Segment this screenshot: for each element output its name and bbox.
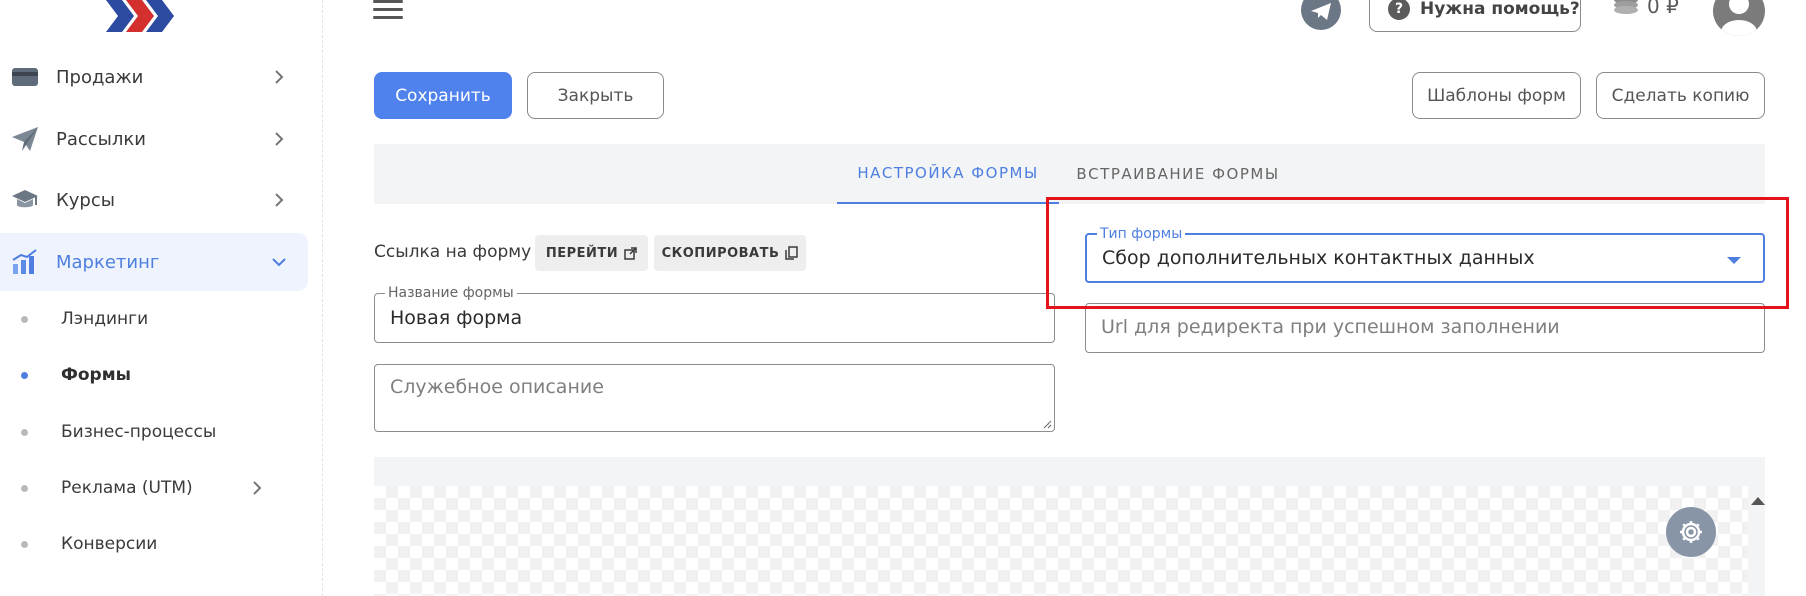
sidebar-item-mailings[interactable]: Рассылки	[0, 110, 308, 168]
logo-icon[interactable]	[104, 0, 184, 32]
coins-icon	[1614, 0, 1638, 14]
form-name-legend: Название формы	[385, 285, 517, 301]
sidebar-item-courses[interactable]: Курсы	[0, 171, 308, 229]
preview-canvas	[374, 486, 1748, 596]
avatar[interactable]	[1713, 0, 1765, 36]
service-description-placeholder: Служебное описание	[390, 376, 604, 398]
sidebar-subitem-label: Бизнес-процессы	[61, 422, 217, 442]
sidebar-item-label: Курсы	[56, 189, 115, 211]
sidebar-item-marketing[interactable]: Маркетинг	[0, 233, 308, 291]
settings-fab-button[interactable]	[1666, 507, 1716, 557]
paper-plane-icon	[12, 127, 38, 151]
scroll-up-arrow-icon[interactable]	[1751, 497, 1765, 505]
make-copy-button[interactable]: Сделать копию	[1596, 72, 1765, 119]
tab-form-embedding[interactable]: ВСТРАИВАНИЕ ФОРМЫ	[1059, 144, 1297, 204]
sidebar-subitem-label: Формы	[61, 365, 131, 385]
bullet-dot	[21, 315, 28, 323]
copy-icon	[785, 246, 799, 260]
bullet-dot	[21, 484, 28, 492]
bullet-dot	[21, 371, 28, 379]
help-button[interactable]: ? Нужна помощь?	[1369, 0, 1581, 32]
form-name-value: Новая форма	[390, 307, 523, 329]
close-button[interactable]: Закрыть	[527, 72, 664, 119]
sidebar-item-sales[interactable]: Продажи	[0, 48, 308, 106]
bullet-dot	[21, 428, 28, 436]
sidebar-item-label: Маркетинг	[56, 251, 160, 273]
chevron-right-icon	[253, 481, 262, 495]
chevron-right-icon	[275, 193, 284, 207]
form-name-field[interactable]: Название формы Новая форма	[374, 285, 1055, 343]
copy-link-label: СКОПИРОВАТЬ	[661, 245, 780, 261]
redirect-url-placeholder: Url для редиректа при успешном заполнени…	[1101, 316, 1560, 338]
service-description-textarea[interactable]: Служебное описание	[374, 364, 1055, 432]
tab-form-settings[interactable]: НАСТРОЙКА ФОРМЫ	[837, 144, 1059, 204]
chart-icon	[12, 249, 37, 274]
resize-handle-icon[interactable]	[1042, 419, 1052, 429]
sidebar-item-label: Продажи	[56, 66, 144, 88]
goto-link-button[interactable]: ПЕРЕЙТИ	[535, 235, 648, 271]
goto-link-label: ПЕРЕЙТИ	[545, 245, 619, 261]
balance-value: 0 ₽	[1647, 0, 1679, 18]
form-preview-area	[374, 457, 1765, 596]
sidebar-subitem-forms[interactable]: Формы	[0, 355, 300, 395]
graduation-cap-icon	[12, 190, 38, 208]
save-button[interactable]: Сохранить	[374, 72, 512, 119]
bullet-dot	[21, 540, 28, 548]
sidebar-subitem-landings[interactable]: Лэндинги	[0, 299, 300, 339]
sidebar-subitem-label: Конверсии	[61, 534, 158, 554]
hamburger-menu-icon[interactable]	[373, 0, 403, 24]
redirect-url-input[interactable]: Url для редиректа при успешном заполнени…	[1085, 303, 1765, 353]
sidebar: Продажи Рассылки Курсы Маркетинг Лэндинг…	[0, 0, 323, 596]
sidebar-item-label: Рассылки	[56, 128, 146, 150]
chevron-down-icon	[272, 258, 286, 267]
external-link-icon	[624, 246, 637, 260]
form-templates-button[interactable]: Шаблоны форм	[1412, 72, 1581, 119]
tabs-bar: НАСТРОЙКА ФОРМЫ ВСТРАИВАНИЕ ФОРМЫ	[374, 144, 1765, 204]
copy-link-button[interactable]: СКОПИРОВАТЬ	[654, 235, 806, 271]
highlight-box	[1046, 197, 1789, 309]
sidebar-subitem-label: Лэндинги	[61, 309, 149, 329]
telegram-icon[interactable]	[1301, 0, 1341, 30]
gear-icon	[1680, 521, 1702, 543]
form-link-label: Ссылка на форму	[374, 242, 532, 262]
question-icon: ?	[1388, 0, 1410, 20]
chevron-right-icon	[275, 70, 284, 84]
sidebar-subitem-label: Реклама (UTM)	[61, 478, 193, 498]
balance[interactable]: 0 ₽	[1611, 0, 1679, 18]
sidebar-subitem-conversions[interactable]: Конверсии	[0, 524, 300, 564]
sidebar-subitem-business-processes[interactable]: Бизнес-процессы	[0, 412, 300, 452]
help-button-label: Нужна помощь?	[1420, 0, 1580, 19]
chevron-right-icon	[275, 132, 284, 146]
sidebar-subitem-ads-utm[interactable]: Реклама (UTM)	[0, 468, 300, 508]
card-icon	[12, 68, 38, 86]
